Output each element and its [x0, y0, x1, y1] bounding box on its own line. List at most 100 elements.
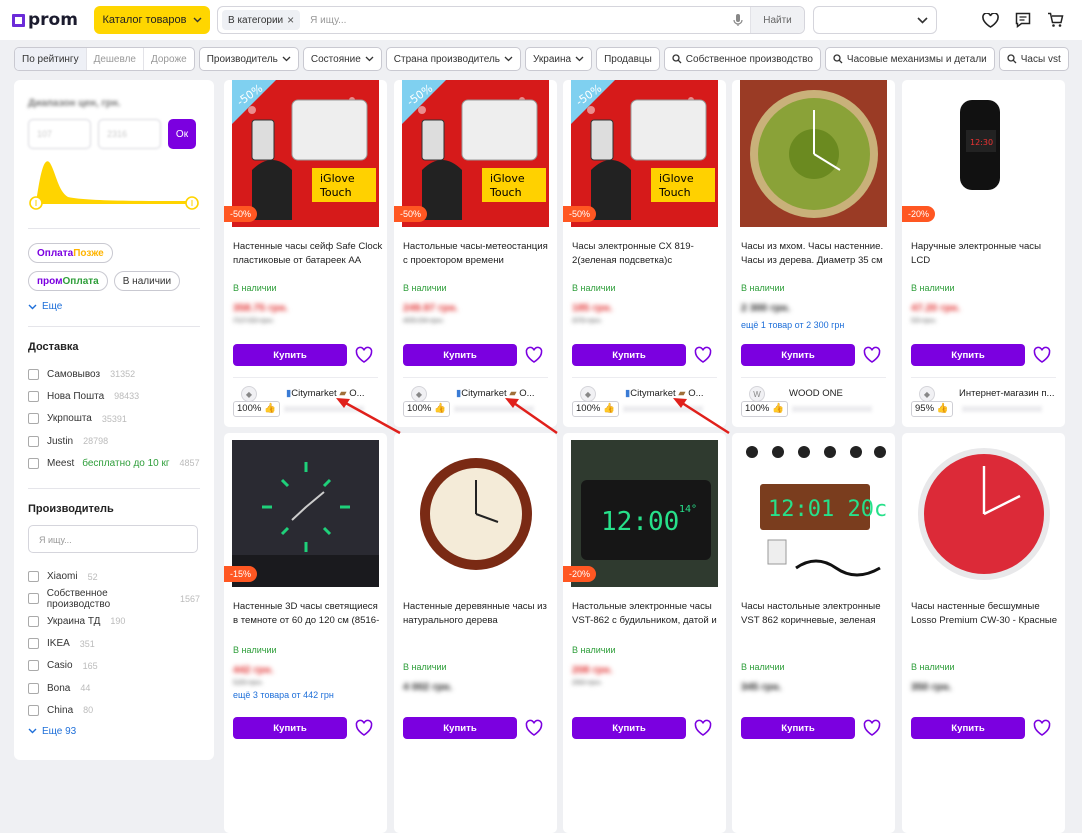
filter-country[interactable]: Страна производитель: [385, 47, 521, 71]
shop-logo-icon[interactable]: ◆: [919, 386, 935, 402]
buy-button[interactable]: Купить: [233, 717, 347, 739]
filter-own-production[interactable]: Собственное производство: [663, 47, 821, 71]
buy-button[interactable]: Купить: [572, 344, 686, 366]
shop-name[interactable]: WOOD ONE: [789, 388, 889, 399]
product-image[interactable]: [402, 440, 549, 587]
favorite-heart-icon[interactable]: [355, 346, 373, 364]
product-title[interactable]: Наручные электронные часы LCD: [911, 240, 1061, 268]
checkbox[interactable]: [28, 660, 39, 672]
favorite-heart-icon[interactable]: [694, 719, 712, 737]
pay-later-pill[interactable]: Оплата Позже: [28, 243, 113, 263]
maker-option[interactable]: Украина ТД 190: [28, 610, 200, 632]
product-title[interactable]: Настенные 3D часы светящиеся в темноте о…: [233, 600, 383, 628]
shop-logo-icon[interactable]: ◆: [411, 386, 427, 402]
favorite-heart-icon[interactable]: [525, 346, 543, 364]
buy-button[interactable]: Купить: [911, 344, 1025, 366]
heart-icon[interactable]: [982, 12, 999, 28]
delivery-option[interactable]: Самовывоз 31352: [28, 363, 200, 385]
more-link[interactable]: Еще: [28, 301, 200, 312]
product-image[interactable]: [740, 80, 887, 227]
checkbox[interactable]: [28, 704, 39, 716]
product-title[interactable]: Настенные деревянные часы из натуральног…: [403, 600, 553, 628]
checkbox[interactable]: [28, 413, 39, 425]
product-card[interactable]: Настенные деревянные часы из натуральног…: [394, 433, 557, 833]
checkbox[interactable]: [28, 390, 39, 402]
product-image[interactable]: -50% iGlove Touch: [571, 80, 718, 227]
shop-logo-icon[interactable]: W: [749, 386, 765, 402]
shop-name[interactable]: ▮Citymarket ▰ О...: [456, 388, 556, 399]
search-input[interactable]: [300, 8, 726, 32]
buy-button[interactable]: Купить: [741, 344, 855, 366]
checkbox[interactable]: [28, 615, 39, 627]
product-card[interactable]: -50% iGlove Touch -50% Часы электронные CX 8…: [563, 80, 726, 427]
maker-option[interactable]: IKEA 351: [28, 632, 200, 654]
favorite-heart-icon[interactable]: [1033, 719, 1051, 737]
sort-cheaper[interactable]: Дешевле: [87, 48, 144, 70]
product-image[interactable]: 12:00 14°: [571, 440, 718, 587]
shop-logo-icon[interactable]: ◆: [580, 386, 596, 402]
sort-expensive[interactable]: Дороже: [144, 48, 194, 70]
maker-option[interactable]: China 80: [28, 699, 200, 721]
favorite-heart-icon[interactable]: [863, 719, 881, 737]
maker-option[interactable]: Xiaomi 52: [28, 565, 200, 587]
checkbox[interactable]: [28, 571, 39, 583]
product-image[interactable]: -50% iGlove Touch: [232, 80, 379, 227]
checkbox[interactable]: [28, 593, 39, 605]
favorite-heart-icon[interactable]: [525, 719, 543, 737]
price-histogram[interactable]: [28, 155, 200, 217]
product-title[interactable]: Настольные часы-метеостанция с проекторо…: [403, 240, 553, 268]
product-title[interactable]: Настольные электронные часы VST-862 с бу…: [572, 600, 722, 628]
buy-button[interactable]: Купить: [911, 717, 1025, 739]
product-card[interactable]: -50% iGlove Touch -50% Настольные часы-метео…: [394, 80, 557, 427]
shop-logo-icon[interactable]: ◆: [241, 386, 257, 402]
shop-name[interactable]: ▮Citymarket ▰ О...: [286, 388, 386, 399]
price-min-input[interactable]: 107: [28, 119, 91, 149]
maker-option[interactable]: Bona 44: [28, 677, 200, 699]
product-image[interactable]: [232, 440, 379, 587]
sort-rating[interactable]: По рейтингу: [15, 48, 87, 70]
delivery-option[interactable]: Укрпошта 35391: [28, 408, 200, 430]
more-offers-link[interactable]: ещё 3 товара от 442 грн: [233, 690, 334, 700]
product-card[interactable]: Часы из мхом. Часы настенние. Часы из де…: [732, 80, 895, 427]
filter-vst[interactable]: Часы vst: [998, 47, 1069, 71]
in-stock-pill[interactable]: В наличии: [113, 271, 181, 291]
checkbox[interactable]: [28, 435, 39, 447]
buy-button[interactable]: Купить: [741, 717, 855, 739]
filter-sellers[interactable]: Продавцы: [596, 47, 660, 71]
filter-mechanisms[interactable]: Часовые механизмы и детали: [824, 47, 995, 71]
checkbox[interactable]: [28, 682, 39, 694]
product-title[interactable]: Часы настольные электронные VST 862 кори…: [741, 600, 891, 628]
search-category-chip[interactable]: В категории ×: [222, 10, 301, 30]
buy-button[interactable]: Купить: [403, 344, 517, 366]
buy-button[interactable]: Купить: [572, 717, 686, 739]
search-button[interactable]: Найти: [750, 7, 804, 33]
product-image[interactable]: [910, 440, 1057, 587]
checkbox[interactable]: [28, 368, 39, 380]
prom-pay-pill[interactable]: пром Оплата: [28, 271, 108, 291]
cart-icon[interactable]: [1047, 12, 1064, 28]
product-card[interactable]: 12:00 14° -20% Настольные электронные часы …: [563, 433, 726, 833]
close-icon[interactable]: ×: [287, 13, 294, 27]
delivery-option[interactable]: Нова Пошта 98433: [28, 385, 200, 407]
price-ok-button[interactable]: Ок: [168, 119, 196, 149]
maker-option[interactable]: Casio 165: [28, 655, 200, 677]
favorite-heart-icon[interactable]: [863, 346, 881, 364]
product-card[interactable]: Часы настенные бесшумные Losso Premium C…: [902, 433, 1065, 833]
prom-logo[interactable]: prom: [12, 10, 94, 30]
filter-ukraine[interactable]: Украина: [525, 47, 593, 71]
favorite-heart-icon[interactable]: [1033, 346, 1051, 364]
price-max-input[interactable]: 2316: [98, 119, 161, 149]
maker-search-input[interactable]: Я ищу...: [28, 525, 198, 554]
product-title[interactable]: Часы из мхом. Часы настенние. Часы из де…: [741, 240, 891, 268]
product-image[interactable]: 12:01 20c: [740, 440, 887, 587]
region-select[interactable]: [813, 6, 937, 34]
checkbox[interactable]: [28, 457, 39, 469]
filter-manufacturer[interactable]: Производитель: [198, 47, 299, 71]
delivery-option[interactable]: Justin 28798: [28, 430, 200, 452]
shop-name[interactable]: ▮Citymarket ▰ О...: [625, 388, 725, 399]
favorite-heart-icon[interactable]: [694, 346, 712, 364]
product-image[interactable]: -50% iGlove Touch: [402, 80, 549, 227]
more-makers-link[interactable]: Еще 93: [28, 726, 200, 737]
product-card[interactable]: -15% Настенные 3D часы светящиеся в темно…: [224, 433, 387, 833]
product-title[interactable]: Часы электронные CX 819-2(зеленая подсве…: [572, 240, 722, 268]
